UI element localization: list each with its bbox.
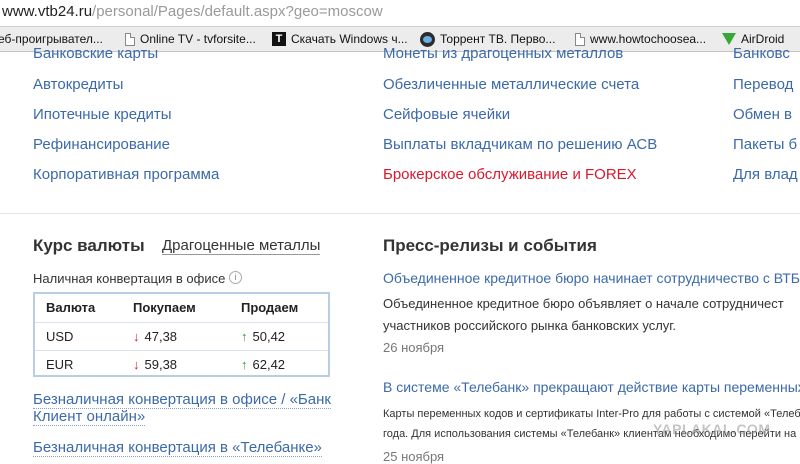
news-text-1-line1: Объединенное кредитное бюро объявляет о … bbox=[383, 296, 784, 311]
section-divider bbox=[0, 213, 800, 214]
link-noncash-telebank[interactable]: Безналичная конвертация в «Телебанке» bbox=[33, 439, 322, 457]
cash-conversion-label: Наличная конвертация в офисе bbox=[33, 271, 226, 286]
table-row: EUR ↓ 59,38 ↑ 62,42 bbox=[35, 350, 328, 379]
sell-value: 62,42 bbox=[252, 357, 286, 372]
link-corporate-program[interactable]: Корпоративная программа bbox=[33, 166, 219, 183]
airdroid-icon bbox=[722, 33, 736, 45]
link-col3-2[interactable]: Перевод bbox=[733, 76, 793, 93]
arrow-up-icon: ↑ bbox=[241, 357, 248, 372]
arrow-up-icon: ↑ bbox=[241, 329, 248, 344]
link-col3-3[interactable]: Обмен в bbox=[733, 106, 792, 123]
link-text: Безналичная конвертация в офисе / «Банк bbox=[33, 391, 331, 409]
link-safe-deposit[interactable]: Сейфовые ячейки bbox=[383, 106, 510, 123]
news-headline-1[interactable]: Объединенное кредитное бюро начинает сот… bbox=[383, 270, 800, 286]
link-refinancing[interactable]: Рефинансирование bbox=[33, 136, 170, 153]
sell-rate: ↑ 50,42 bbox=[241, 329, 285, 344]
url-host: www.vtb24.ru bbox=[2, 3, 93, 20]
link-mortgage[interactable]: Ипотечные кредиты bbox=[33, 106, 172, 123]
link-noncash-office-line2[interactable]: Клиент онлайн» bbox=[33, 408, 146, 426]
link-metal-accounts[interactable]: Обезличенные металлические счета bbox=[383, 76, 639, 93]
sell-value: 50,42 bbox=[252, 329, 286, 344]
news-text-2-line1: Карты переменных кодов и сертификаты Int… bbox=[383, 408, 800, 420]
info-icon[interactable]: i bbox=[229, 271, 242, 284]
news-date-1: 26 ноября bbox=[383, 340, 445, 355]
link-col3-1[interactable]: Банковс bbox=[733, 45, 790, 62]
currency-code: EUR bbox=[46, 357, 74, 372]
currency-code: USD bbox=[46, 329, 74, 344]
buy-value: 47,38 bbox=[144, 329, 178, 344]
buy-rate: ↓ 47,38 bbox=[133, 329, 177, 344]
table-row: USD ↓ 47,38 ↑ 50,42 bbox=[35, 322, 328, 351]
address-bar[interactable]: www.vtb24.ru/personal/Pages/default.aspx… bbox=[0, 0, 800, 26]
news-section-title: Пресс-релизы и события bbox=[383, 236, 597, 255]
currency-title: Курс валюты bbox=[33, 236, 145, 255]
link-text: Безналичная конвертация в «Телебанке» bbox=[33, 439, 322, 457]
currency-rates-table: Валюта Покупаем Продаем USD ↓ 47,38 ↑ 50,4… bbox=[33, 292, 330, 377]
header-currency: Валюта bbox=[46, 300, 96, 315]
sell-rate: ↑ 62,42 bbox=[241, 357, 285, 372]
page-icon bbox=[125, 32, 135, 46]
news-date-2: 25 ноября bbox=[383, 449, 445, 464]
link-col3-5[interactable]: Для влад bbox=[733, 166, 798, 183]
table-header: Валюта Покупаем Продаем bbox=[35, 294, 328, 322]
link-col3-4[interactable]: Пакеты б bbox=[733, 136, 797, 153]
link-noncash-office-line1[interactable]: Безналичная конвертация в офисе / «Банк bbox=[33, 391, 331, 409]
url-path: /personal/Pages/default.aspx?geo=moscow bbox=[92, 3, 383, 20]
buy-rate: ↓ 59,38 bbox=[133, 357, 177, 372]
link-text: Клиент онлайн» bbox=[33, 408, 146, 426]
link-asv-payments[interactable]: Выплаты вкладчикам по решению АСВ bbox=[383, 136, 657, 153]
arrow-down-icon: ↓ bbox=[133, 357, 140, 372]
buy-value: 59,38 bbox=[144, 357, 178, 372]
page-icon bbox=[575, 32, 585, 46]
watermark: YAPLAKAL.COM bbox=[653, 421, 771, 437]
t-logo-icon: T bbox=[272, 32, 286, 46]
link-brokerage-forex[interactable]: Брокерское обслуживание и FOREX bbox=[383, 166, 637, 183]
header-buy: Покупаем bbox=[133, 300, 196, 315]
news-text-1-line2: участников российского рынка банковских … bbox=[383, 318, 677, 333]
header-sell: Продаем bbox=[241, 300, 299, 315]
link-bank-cards[interactable]: Банковские карты bbox=[33, 45, 158, 62]
link-precious-coins[interactable]: Монеты из драгоценных металлов bbox=[383, 45, 623, 62]
news-headline-2[interactable]: В системе «Телебанк» прекращают действие… bbox=[383, 379, 800, 395]
link-auto-loans[interactable]: Автокредиты bbox=[33, 76, 123, 93]
tab-precious-metals[interactable]: Драгоценные металлы bbox=[162, 237, 321, 255]
arrow-down-icon: ↓ bbox=[133, 329, 140, 344]
